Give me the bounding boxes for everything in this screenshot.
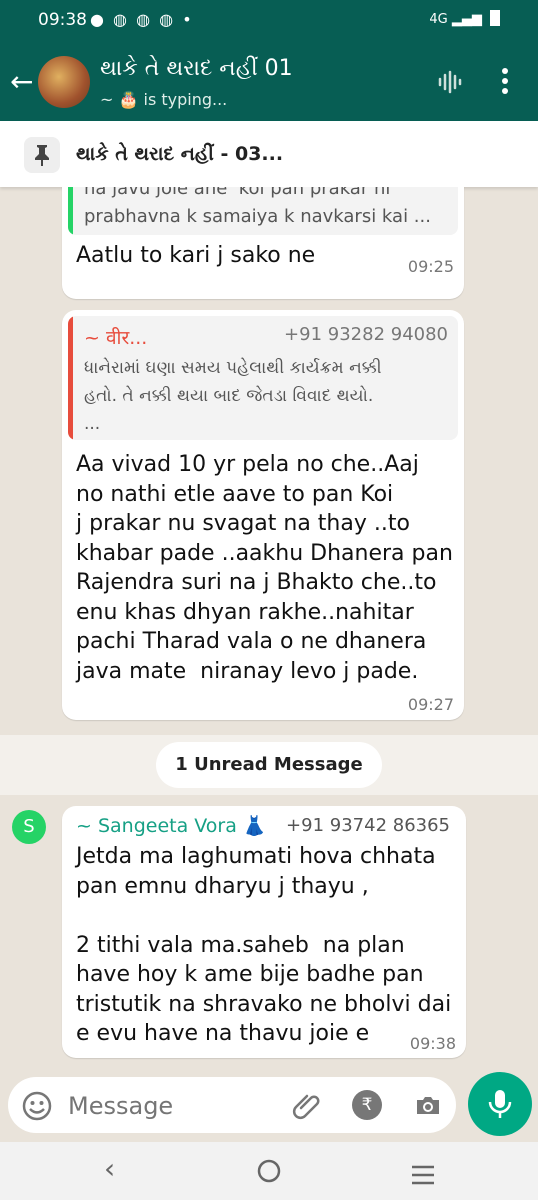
- message-input[interactable]: [66, 1087, 290, 1125]
- voice-call-icon[interactable]: [436, 68, 464, 102]
- quote-author: ~ वीर...: [84, 327, 148, 349]
- sender-phone: +91 93742 86365: [286, 815, 450, 836]
- unread-messages-label: 1 Unread Message: [156, 742, 382, 788]
- nav-recents-icon[interactable]: [410, 1160, 436, 1193]
- camera-icon[interactable]: [413, 1090, 443, 1124]
- group-avatar[interactable]: [38, 56, 90, 108]
- sender-avatar[interactable]: S: [12, 810, 46, 844]
- status-time: 09:38: [38, 10, 87, 30]
- message-text: Aatlu to kari j sako ne: [76, 243, 316, 268]
- emoji-icon[interactable]: [22, 1091, 52, 1125]
- quoted-text: ધાનેરામાં ઘણા સમય પહેલાથી કાર્યક્રમ નક્ક…: [84, 358, 382, 434]
- chat-header: 09:38 ● ◍ ◍ ◍ • 4G ▂▄▆ ← થાકે તે થરાદ નહ…: [0, 0, 538, 121]
- quoted-message[interactable]: ~ वीर... +91 93282 94080 ધાનેરામાં ઘણા સ…: [68, 316, 458, 440]
- network-indicator: 4G ▂▄▆: [429, 10, 500, 27]
- notification-icons: ● ◍ ◍ ◍ •: [90, 10, 194, 29]
- nav-home-icon[interactable]: [256, 1158, 282, 1191]
- quoted-text: Ane jo aave to pan koi e leva same na ja…: [84, 187, 431, 227]
- message-time: 09:38: [409, 1034, 456, 1053]
- pin-icon: [24, 137, 60, 173]
- quote-phone: +91 93282 94080: [284, 324, 448, 345]
- back-arrow-icon[interactable]: ←: [10, 68, 33, 96]
- quote-bar: [68, 316, 73, 440]
- attach-icon[interactable]: [292, 1090, 322, 1124]
- pinned-message-bar[interactable]: થાકે તે થરાદ નહીં - 03...: [0, 121, 538, 187]
- status-bar: 09:38 ● ◍ ◍ ◍ • 4G ▂▄▆: [0, 0, 538, 40]
- microphone-icon[interactable]: [468, 1072, 532, 1136]
- message-time: 09:25: [407, 257, 454, 276]
- battery-icon: [490, 10, 500, 26]
- message-bubble[interactable]: ~ वीर... +91 93282 94080 ધાનેરામાં ઘણા સ…: [62, 310, 464, 720]
- quoted-message[interactable]: Ane jo aave to pan koi e leva same na ja…: [68, 187, 458, 235]
- quote-bar: [68, 187, 73, 235]
- message-time: 09:27: [407, 695, 454, 714]
- network-label: 4G: [429, 12, 448, 27]
- more-options-icon[interactable]: [498, 66, 512, 102]
- message-composer[interactable]: ₹: [8, 1077, 456, 1133]
- message-text: Aa vivad 10 yr pela no che..Aaj no nathi…: [76, 452, 453, 684]
- nav-back-icon[interactable]: ‹: [104, 1152, 115, 1185]
- pinned-message-text: થાકે તે થરાદ નહીં - 03...: [76, 143, 284, 165]
- rupee-payment-icon[interactable]: ₹: [352, 1090, 382, 1120]
- message-bubble[interactable]: Ane jo aave to pan koi e leva same na ja…: [62, 187, 464, 299]
- signal-icon: ▂▄▆: [451, 12, 482, 27]
- message-bubble[interactable]: ~ Sangeeta Vora 👗 +91 93742 86365 Jetda …: [62, 806, 466, 1058]
- chat-title[interactable]: થાકે તે થરાદ નહીં 01: [100, 56, 293, 81]
- sender-name[interactable]: ~ Sangeeta Vora 👗: [76, 814, 267, 837]
- message-text: Jetda ma laghumati hova chhata pan emnu …: [76, 844, 452, 1046]
- chat-area[interactable]: Ane jo aave to pan koi e leva same na ja…: [0, 187, 538, 1072]
- typing-status: ~ 🎂 is typing...: [100, 90, 228, 109]
